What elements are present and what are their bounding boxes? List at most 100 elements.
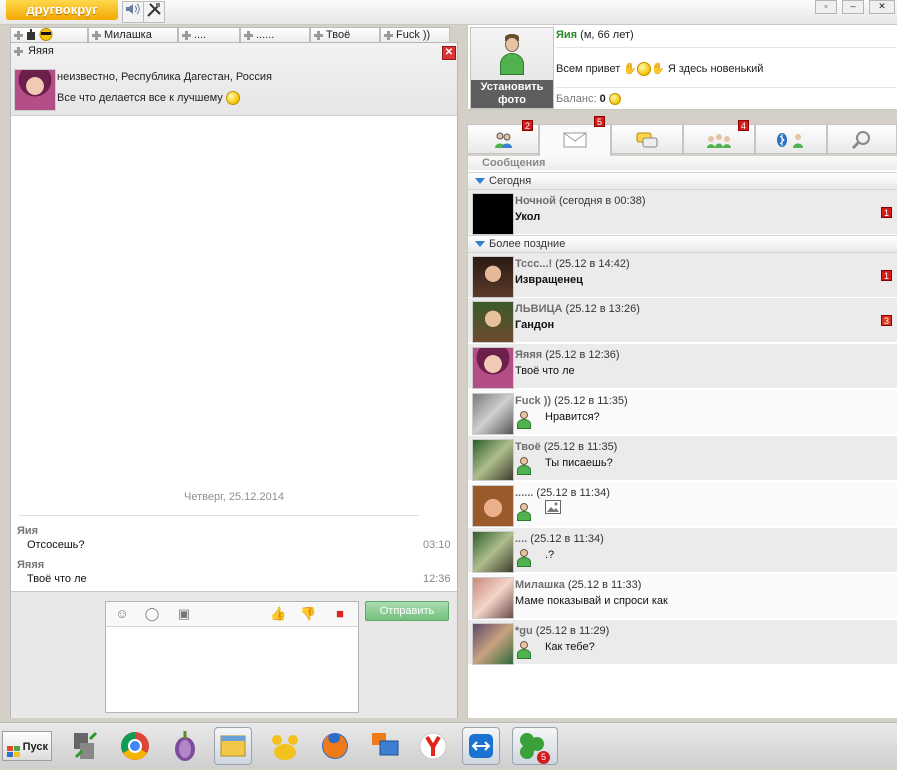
restore-window-icon[interactable]: ▫	[815, 0, 837, 14]
conversation-title: .... (25.12 в 11:34)	[515, 533, 604, 545]
notification-badge: 5	[537, 751, 550, 764]
start-button[interactable]: Пуск	[2, 731, 52, 761]
envelope-icon	[563, 132, 587, 148]
conversation-row[interactable]: Тссс...! (25.12 в 14:42) Извращенец 1	[468, 253, 897, 298]
collapse-triangle-icon	[475, 178, 485, 184]
search-icon	[851, 131, 870, 150]
plus-icon	[384, 31, 393, 40]
chat-tab-milashka[interactable]: Милашка	[88, 27, 178, 42]
close-chat-icon[interactable]: ✕	[442, 46, 456, 60]
drugvokrug-icon[interactable]: 5	[512, 727, 558, 765]
tab-people[interactable]: 2	[467, 120, 539, 154]
chat-tab-dots4[interactable]: ....	[178, 27, 240, 42]
my-avatar-icon	[516, 503, 532, 521]
coin-icon	[608, 93, 621, 106]
date-separator: Четверг, 25.12.2014	[184, 491, 284, 503]
chat-tab-fuck[interactable]: Fuck ))	[380, 27, 450, 42]
tab-nearby[interactable]	[755, 124, 827, 154]
group-older[interactable]: Более поздние	[468, 235, 897, 253]
app-logo[interactable]: другвокруг	[6, 0, 118, 20]
conversation-row[interactable]: .... (25.12 в 11:34) .?	[468, 528, 897, 573]
conversation-row[interactable]: Ночной (сегодня в 00:38) Укол 1	[468, 190, 897, 235]
unread-badge: 1	[881, 207, 892, 218]
profile-meta: (м, 66 лет)	[580, 29, 634, 41]
conversation-title: ...... (25.12 в 11:34)	[515, 487, 610, 499]
conversation-row[interactable]: Fuck )) (25.12 в 11:35) Нравится?	[468, 390, 897, 435]
conversation-text: Твоё что ле	[515, 365, 575, 377]
chrome-icon[interactable]	[116, 727, 154, 765]
compose-area: ☺ ◯ ▣ 👍 👎 ■ Отправить	[11, 591, 457, 718]
paw-icon[interactable]	[266, 727, 304, 765]
conversation-row[interactable]: ...... (25.12 в 11:34)	[468, 482, 897, 527]
profile-greeting: Всем привет	[556, 63, 621, 75]
messages-header: Сообщения	[468, 156, 897, 170]
close-window-icon[interactable]: ✕	[869, 0, 895, 14]
speech-bubble-icon[interactable]: ◯	[144, 606, 160, 622]
balance: Баланс: 0	[556, 93, 621, 106]
group-today[interactable]: Сегодня	[468, 172, 897, 190]
image-icon[interactable]: ▣	[176, 606, 192, 622]
message-text: Отсосешь?	[27, 539, 85, 551]
gift-icon[interactable]: ■	[332, 606, 348, 622]
conversation-time: (25.12 в 12:36)	[545, 349, 620, 361]
my-avatar-icon	[516, 641, 532, 659]
chat-tabs: Милашка .... ...... Твоё Fuck ))	[10, 27, 458, 43]
network-icon[interactable]	[66, 727, 104, 765]
conversation-text: Нравится?	[545, 411, 600, 423]
start-label: Пуск	[22, 741, 48, 753]
firefox-icon[interactable]	[316, 727, 354, 765]
unread-badge: 5	[594, 116, 605, 127]
teamviewer-icon[interactable]	[462, 727, 500, 765]
yandex-icon[interactable]	[414, 727, 452, 765]
tab-group-chat[interactable]: 4	[683, 120, 755, 154]
chat-tab-emoji[interactable]	[10, 27, 88, 42]
conversation-text: Ты писаешь?	[545, 457, 613, 469]
conversation-time: (сегодня в 00:38)	[558, 195, 646, 207]
divider	[556, 87, 896, 88]
conversation-time: (25.12 в 11:34)	[536, 487, 610, 499]
conversation-row[interactable]: Яяяя (25.12 в 12:36) Твоё что ле	[468, 344, 897, 389]
conversation-row[interactable]: ЛЬВИЦА (25.12 в 13:26) Гандон 3	[468, 298, 897, 343]
chat-bubble-icon	[636, 132, 658, 148]
tab-chats[interactable]	[611, 124, 683, 154]
avatar[interactable]	[14, 69, 56, 111]
remote-desktop-icon[interactable]	[366, 727, 404, 765]
speaker-icon[interactable]	[122, 1, 144, 23]
conversation-text: Как тебе?	[545, 641, 595, 653]
set-photo-label: Установить фото	[471, 80, 553, 108]
profile-name: Яия	[556, 29, 578, 41]
tab-search[interactable]	[827, 124, 897, 154]
avatar	[472, 393, 514, 435]
balance-value: 0	[599, 93, 606, 105]
chat-status: Все что делается все к лучшему	[57, 91, 240, 105]
profile-card: Установить фото Яия (м, 66 лет) Всем при…	[467, 24, 897, 110]
tools-icon[interactable]	[143, 1, 165, 23]
minimize-window-icon[interactable]: –	[842, 0, 864, 14]
conversation-text: .?	[545, 549, 555, 561]
conversation-name: Твоё	[515, 441, 541, 453]
message-input[interactable]: ☺ ◯ ▣ 👍 👎 ■	[105, 601, 359, 713]
conversation-name: Милашка	[515, 579, 565, 591]
conversation-row[interactable]: Милашка (25.12 в 11:33) Маме показывай и…	[468, 574, 897, 619]
group-label: Сегодня	[489, 175, 532, 187]
conversation-row[interactable]: *gu (25.12 в 11:29) Как тебе?	[468, 620, 897, 665]
smiley-icon[interactable]: ☺	[114, 606, 130, 622]
send-button[interactable]: Отправить	[365, 601, 449, 621]
thumbs-down-icon[interactable]: 👎	[300, 606, 316, 622]
set-photo-button[interactable]: Установить фото	[470, 27, 554, 109]
thumbs-up-icon[interactable]: 👍	[270, 606, 286, 622]
chat-tab-dots6[interactable]: ......	[240, 27, 310, 42]
conversation-time: (25.12 в 11:33)	[567, 579, 642, 591]
conversation-name: ....	[515, 533, 528, 545]
chat-tab-tvoe[interactable]: Твоё	[310, 27, 380, 42]
file-manager-icon[interactable]	[214, 727, 252, 765]
tab-messages[interactable]: 5	[539, 116, 611, 156]
angel-emoji-icon	[225, 91, 240, 105]
avatar	[472, 623, 514, 665]
conversation-row[interactable]: Твоё (25.12 в 11:35) Ты писаешь?	[468, 436, 897, 481]
unread-badge: 2	[522, 120, 533, 131]
conversation-title: Ночной (сегодня в 00:38)	[515, 195, 646, 207]
balance-label: Баланс:	[556, 93, 597, 105]
conversation-time: (25.12 в 11:35)	[543, 441, 618, 453]
tor-icon[interactable]	[166, 727, 204, 765]
